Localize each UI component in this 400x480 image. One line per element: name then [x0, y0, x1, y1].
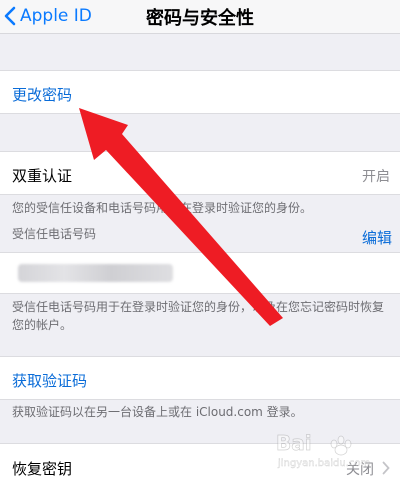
screen: Apple ID 密码与安全性 更改密码 双重认证 开启 您的受信任设备和电话号…: [0, 0, 400, 480]
two-factor-status: 开启: [362, 169, 390, 185]
trusted-phone-cell: [0, 252, 400, 294]
two-factor-label: 双重认证: [12, 167, 73, 185]
blurred-phone-number: [18, 264, 173, 282]
watermark-brand: Bai: [276, 431, 312, 455]
navigation-bar: Apple ID 密码与安全性: [0, 0, 400, 34]
change-password-label: 更改密码: [12, 86, 73, 104]
watermark-site: jingyan.baidu.com: [277, 458, 370, 469]
get-code-label: 获取验证码: [12, 372, 88, 390]
trusted-phone-header: 受信任电话号码: [12, 227, 97, 241]
page-title: 密码与安全性: [146, 8, 254, 29]
paw-icon: [330, 435, 352, 456]
change-password-cell[interactable]: 更改密码: [0, 70, 400, 114]
edit-button[interactable]: 编辑: [362, 227, 392, 248]
get-code-note: 获取验证码以在另一台设备上或在 iCloud.com 登录。: [12, 405, 303, 419]
two-factor-cell: 双重认证 开启: [0, 151, 400, 195]
baidu-watermark: Bai jingyan.baidu.com: [276, 431, 371, 470]
trusted-phone-note: 受信任电话号码用于在登录时验证您的身份，以及在您忘记密码时恢复您的帐户。: [12, 300, 385, 332]
get-code-cell[interactable]: 获取验证码: [0, 356, 400, 400]
recovery-key-label: 恢复密钥: [12, 460, 73, 478]
two-factor-note: 您的受信任设备和电话号码用于在登录时验证您的身份。: [12, 201, 313, 215]
